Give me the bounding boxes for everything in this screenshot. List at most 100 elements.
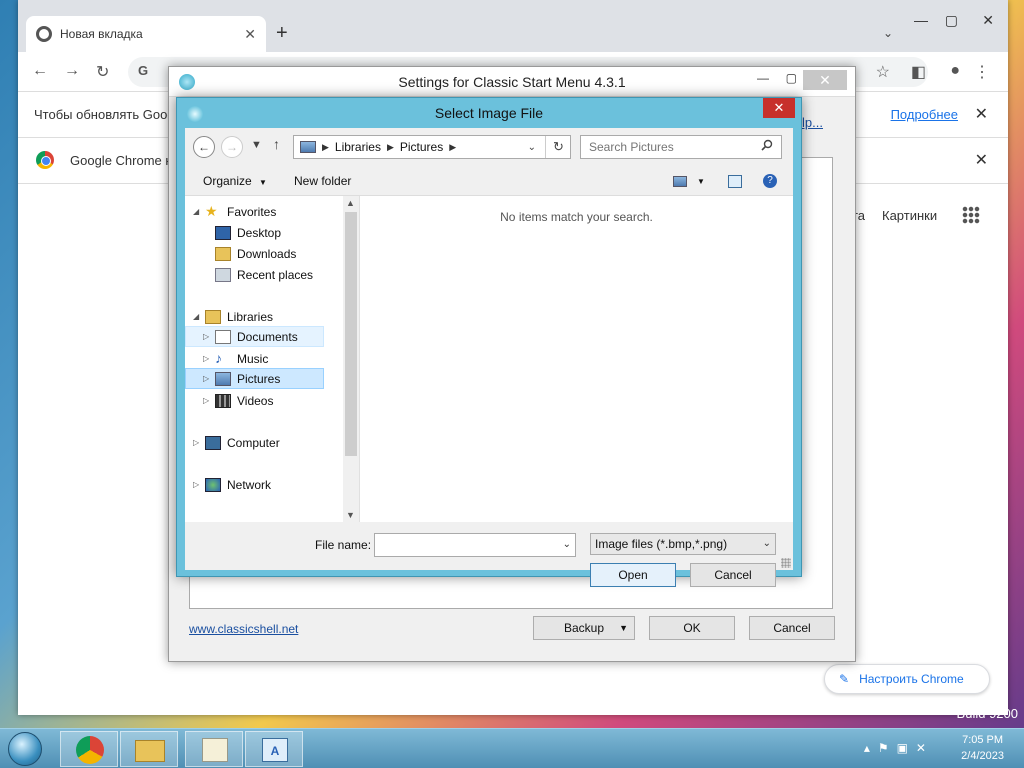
pictures-icon xyxy=(215,371,231,386)
tree-label: Music xyxy=(237,351,269,366)
change-view-icon[interactable] xyxy=(673,176,687,187)
chevron-down-icon: ▼ xyxy=(259,178,267,187)
resize-grip[interactable] xyxy=(781,558,791,568)
wordpad-icon: A xyxy=(262,738,288,762)
profile-icon[interactable]: ● xyxy=(950,62,960,80)
infobar2-text: Google Chrome н xyxy=(70,153,173,168)
tree-label: Recent places xyxy=(237,267,314,282)
close-tab-icon[interactable]: ✕ xyxy=(244,26,256,43)
tree-item-pictures[interactable]: ▷ Pictures xyxy=(185,368,324,389)
breadcrumb-pictures[interactable]: Pictures xyxy=(400,140,443,154)
help-icon[interactable]: ? xyxy=(763,174,777,188)
tree-label: Computer xyxy=(227,435,280,450)
tray-icons[interactable]: ▴⚑▣✕ xyxy=(864,741,934,755)
breadcrumb[interactable]: ▶ Libraries ▶ Pictures ▶ ⌄ xyxy=(293,135,571,159)
tree-item-computer[interactable]: ▷ Computer xyxy=(193,432,280,453)
back-icon[interactable]: ← xyxy=(193,136,215,158)
expanded-triangle-icon: ◢ xyxy=(193,312,200,321)
bookmark-star-icon[interactable]: ☆ xyxy=(876,62,890,82)
taskbar-chrome[interactable] xyxy=(60,731,118,767)
up-arrow-icon[interactable]: ↑ xyxy=(273,136,280,152)
new-tab-button[interactable]: + xyxy=(276,22,288,45)
file-name-input[interactable]: ⌄ xyxy=(374,533,576,557)
breadcrumb-libraries[interactable]: Libraries xyxy=(335,140,381,154)
tab-title: Новая вкладка xyxy=(60,27,143,41)
forward-icon[interactable]: → xyxy=(221,136,243,158)
refresh-icon[interactable]: ↻ xyxy=(545,136,571,158)
recent-locations-chevron-icon[interactable]: ▼ xyxy=(251,139,262,151)
breadcrumb-separator-icon: ▶ xyxy=(449,141,457,152)
cancel-button[interactable]: Cancel xyxy=(749,616,835,640)
maximize-icon[interactable]: ▢ xyxy=(786,71,797,85)
clock[interactable]: 7:05 PM 2/4/2023 xyxy=(961,732,1004,764)
settings-titlebar: Settings for Classic Start Menu 4.3.1 — … xyxy=(169,67,855,97)
organize-button[interactable]: Organize ▼ xyxy=(203,174,267,188)
select-image-dialog: Select Image File ✕ ← → ▼ ↑ ▶ Libraries … xyxy=(176,97,802,587)
file-list[interactable]: No items match your search. xyxy=(359,196,793,522)
tree-item-libraries[interactable]: ◢ Libraries xyxy=(193,306,273,327)
chrome-tab-icon xyxy=(36,26,52,42)
tree-item-desktop[interactable]: Desktop xyxy=(203,222,281,243)
scrollbar-thumb[interactable] xyxy=(345,212,357,456)
tree-item-downloads[interactable]: Downloads xyxy=(203,243,296,264)
clock-date: 2/4/2023 xyxy=(961,750,1004,762)
tab-new-tab[interactable]: Новая вкладка ✕ xyxy=(26,16,266,52)
back-icon[interactable]: ← xyxy=(32,62,48,80)
navigation-tree: ◢ ★ Favorites Desktop Downloads Recent p… xyxy=(185,196,343,522)
tab-search-icon[interactable]: ⌄ xyxy=(883,26,893,40)
breadcrumb-separator-icon: ▶ xyxy=(386,141,394,152)
side-panel-icon[interactable]: ◧ xyxy=(911,62,926,82)
tree-scrollbar[interactable]: ▲ ▼ xyxy=(343,196,359,522)
cancel-button[interactable]: Cancel xyxy=(690,563,776,587)
tree-item-videos[interactable]: ▷ Videos xyxy=(203,390,273,411)
minimize-icon[interactable]: — xyxy=(914,12,928,28)
tree-item-recent-places[interactable]: Recent places xyxy=(203,264,313,285)
chevron-down-icon[interactable]: ▼ xyxy=(697,177,705,186)
infobar-text: Чтобы обновлять Goog xyxy=(34,107,175,122)
tree-item-network[interactable]: ▷ Network xyxy=(193,474,271,495)
tree-item-documents[interactable]: ▷ Documents xyxy=(185,326,324,347)
tree-item-favorites[interactable]: ◢ ★ Favorites xyxy=(193,201,276,222)
close-window-icon[interactable]: ✕ xyxy=(982,12,994,29)
chevron-down-icon[interactable]: ⌄ xyxy=(528,142,536,153)
scroll-down-icon[interactable]: ▼ xyxy=(346,510,355,520)
file-type-select[interactable]: Image files (*.bmp,*.png) ⌄ xyxy=(590,533,776,555)
chevron-down-icon: ⌄ xyxy=(762,538,771,549)
open-button[interactable]: Open xyxy=(590,563,676,587)
backup-label: Backup xyxy=(563,621,605,635)
tree-item-music[interactable]: ▷ ♪ Music xyxy=(203,348,268,369)
taskbar: A ▴⚑▣✕ 7:05 PM 2/4/2023 xyxy=(0,728,1024,768)
forward-icon[interactable]: → xyxy=(64,62,80,80)
menu-icon[interactable]: ⋮ xyxy=(974,62,990,82)
new-folder-button[interactable]: New folder xyxy=(294,174,351,188)
chevron-down-icon[interactable]: ⌄ xyxy=(563,539,571,550)
tree-label: Network xyxy=(227,477,272,492)
organize-label: Organize xyxy=(203,174,252,188)
infobar-more-link[interactable]: Подробнее xyxy=(891,107,958,122)
ok-button[interactable]: OK xyxy=(649,616,735,640)
backup-button[interactable]: Backup ▼ xyxy=(533,616,635,640)
star-icon: ★ xyxy=(205,202,218,219)
taskbar-settings[interactable] xyxy=(185,731,243,767)
preview-pane-icon[interactable] xyxy=(728,175,742,188)
website-link[interactable]: www.classicshell.net xyxy=(189,622,298,636)
expanded-triangle-icon: ◢ xyxy=(193,207,200,216)
dialog-title: Select Image File xyxy=(434,105,544,121)
file-name-label: File name: xyxy=(315,538,372,552)
close-icon[interactable]: ✕ xyxy=(975,104,988,124)
taskbar-wordpad[interactable]: A xyxy=(245,731,303,767)
scroll-up-icon[interactable]: ▲ xyxy=(346,198,355,208)
close-window-button[interactable]: ✕ xyxy=(803,70,847,90)
taskbar-explorer[interactable] xyxy=(120,731,178,767)
close-dialog-button[interactable]: ✕ xyxy=(763,98,795,118)
customize-chrome-button[interactable]: ✎ Настроить Chrome xyxy=(824,664,990,694)
search-input[interactable] xyxy=(580,135,782,159)
apps-grid-icon[interactable] xyxy=(962,206,980,224)
start-button[interactable] xyxy=(8,732,42,766)
pencil-icon: ✎ xyxy=(839,672,850,686)
maximize-icon[interactable]: ▢ xyxy=(945,12,958,29)
google-link-images[interactable]: Картинки xyxy=(882,208,937,223)
reload-icon[interactable]: ↻ xyxy=(96,62,109,82)
close-icon[interactable]: ✕ xyxy=(975,150,988,170)
minimize-icon[interactable]: — xyxy=(757,71,769,85)
